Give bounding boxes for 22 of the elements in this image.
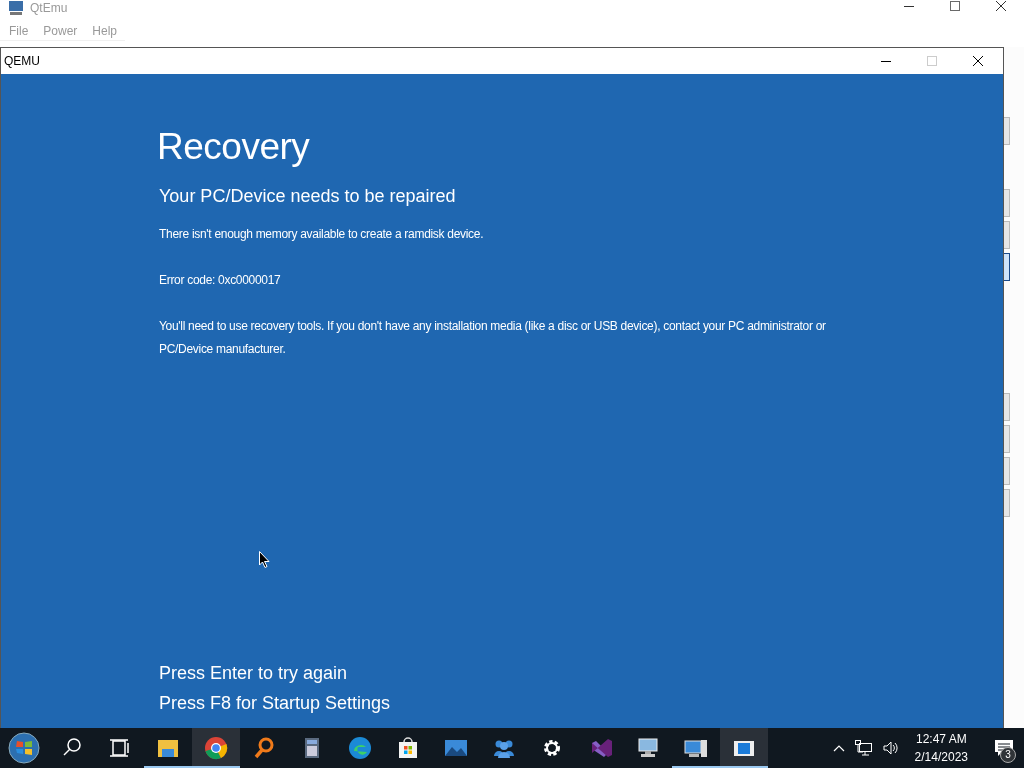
prompt-text: Press F8 for Startup Settings	[159, 692, 392, 715]
heading: Recovery	[157, 126, 311, 168]
message-text: There isn't enough memory available to create a ramdisk device.	[159, 226, 485, 243]
window-icon[interactable]	[720, 728, 768, 768]
prompt-text: Press Enter to try again	[159, 662, 349, 685]
subheading: Your PC/Device needs to be repaired	[159, 186, 457, 207]
message-text: You'll need to use recovery tools. If you don't have any installation media (like a disc or USB device), contact your PC administrator or PC/Device manufacturer.	[159, 318, 827, 358]
menu-item[interactable]: Power	[35, 24, 85, 40]
chevron-up-icon[interactable]	[832, 744, 845, 752]
speaker-icon[interactable]	[882, 741, 899, 755]
browser-icon[interactable]	[192, 728, 240, 768]
clock[interactable]: 12:47 AM 2/14/2023	[908, 730, 974, 766]
window-title: QEMU	[4, 54, 40, 68]
message-text: Error code: 0xc0000017	[159, 272, 282, 289]
button-edge[interactable]	[1004, 253, 1010, 281]
menu-item[interactable]: Help	[84, 24, 125, 40]
app-icon	[8, 0, 24, 16]
menu-item[interactable]: File	[1, 24, 36, 40]
cursor-icon	[259, 551, 270, 568]
network-icon[interactable]	[854, 740, 873, 756]
window-title: QtEmu	[30, 1, 68, 15]
notification-button[interactable]: 3	[984, 728, 1024, 768]
